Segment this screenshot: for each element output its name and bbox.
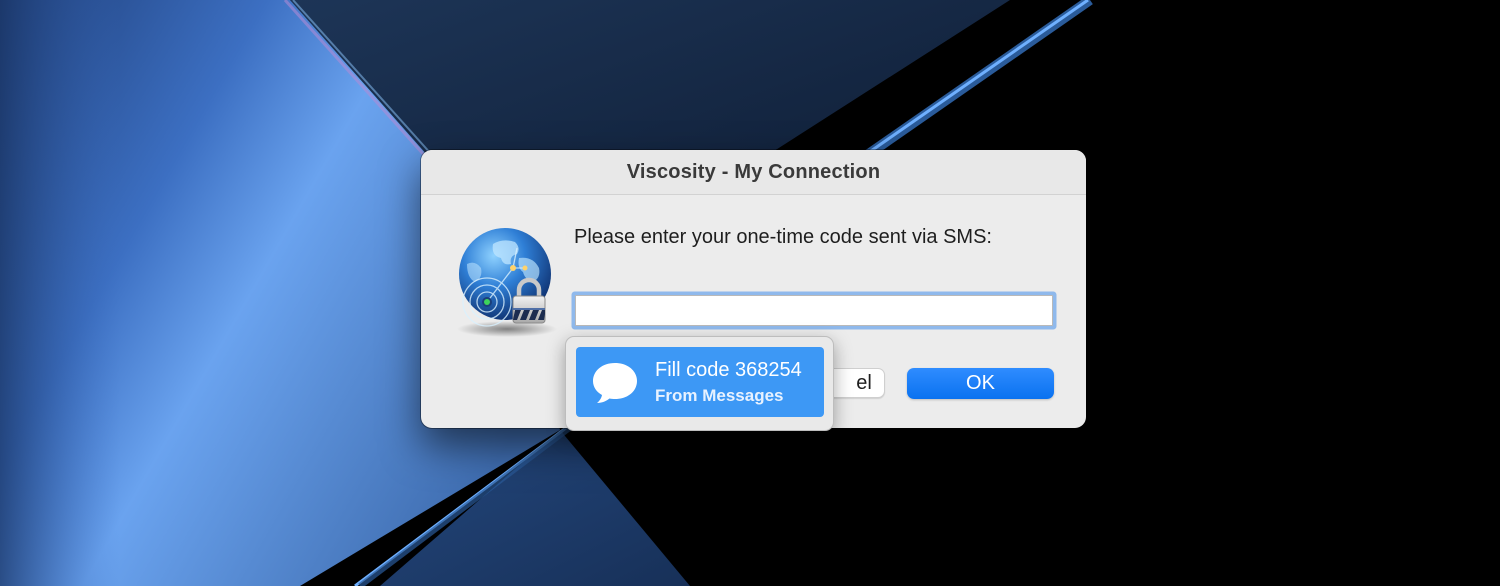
message-bubble-icon [593,363,637,403]
ok-button[interactable]: OK [907,368,1054,399]
one-time-code-input[interactable] [575,295,1053,326]
window-title: Viscosity - My Connection [626,160,881,183]
fill-code-label: Fill code 368254 [655,359,802,381]
fill-code-suggestion[interactable]: Fill code 368254 From Messages [576,347,824,417]
title-bar[interactable]: Viscosity - My Connection [421,150,1086,195]
cancel-button-label: el [856,371,872,394]
desktop: Viscosity - My Connection Please enter y… [0,0,1500,586]
autofill-popup: Fill code 368254 From Messages [565,336,834,431]
fill-source-label: From Messages [655,386,784,405]
viscosity-globe-lock-icon [457,228,557,337]
prompt-label: Please enter your one-time code sent via… [574,226,992,248]
ok-button-label: OK [966,372,995,394]
